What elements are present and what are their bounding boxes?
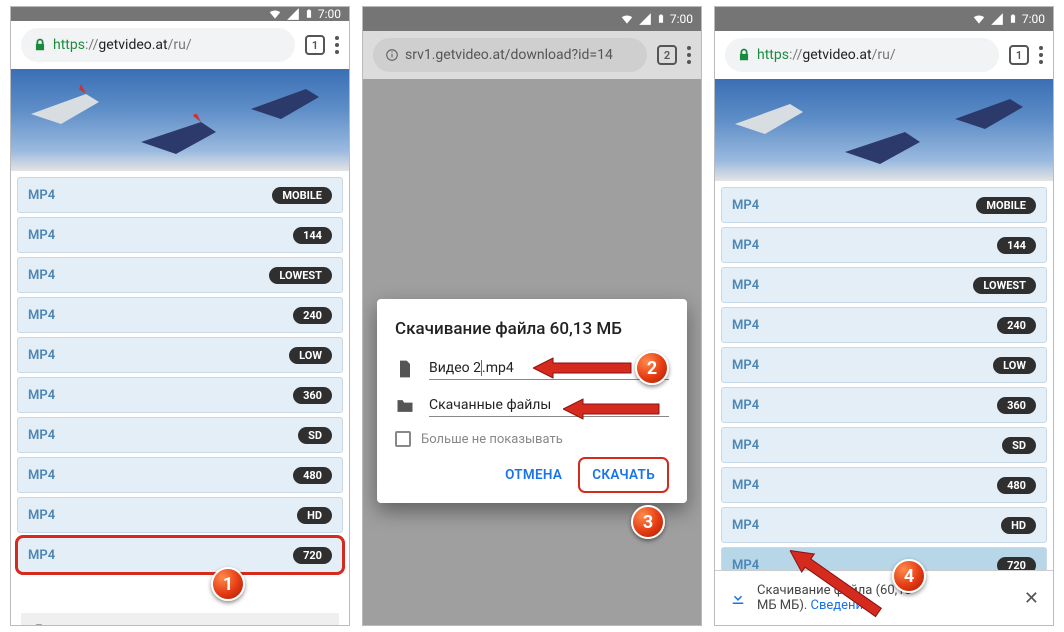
file-icon	[395, 359, 415, 379]
format-row[interactable]: MP4SD	[17, 417, 343, 453]
annotation-arrow	[563, 397, 661, 421]
wifi-icon	[268, 7, 282, 21]
checkbox-icon[interactable]	[395, 431, 411, 447]
format-row[interactable]: MP4SD	[721, 427, 1047, 463]
signal-icon	[286, 7, 300, 21]
format-row[interactable]: MP4LOWEST	[721, 267, 1047, 303]
format-row[interactable]: MP4HD	[721, 507, 1047, 543]
status-time: 7:00	[1022, 12, 1045, 26]
download-progress-icon	[729, 589, 747, 607]
lock-icon	[737, 48, 751, 62]
phone-right: 7:00 https://getvideo.at/ru/ 1 MP4MOBILE…	[714, 6, 1054, 626]
signal-icon	[638, 12, 652, 26]
address-bar[interactable]: https://getvideo.at/ru/	[725, 38, 999, 72]
status-bar: 7:00	[363, 7, 701, 31]
dialog-title: Скачивание файла 60,13 МБ	[395, 319, 669, 339]
phone-left: 7:00 https://getvideo.at/ru/ 1 MP4MOBILE…	[10, 6, 350, 626]
format-row[interactable]: MP4LOW	[17, 337, 343, 373]
browser-toolbar: srv1.getvideo.at/download?id=14 2	[363, 31, 701, 79]
format-row[interactable]: MP4144	[721, 227, 1047, 263]
download-snackbar: Скачивание файла (60,13 МБ МБ). Сведения…	[715, 570, 1053, 625]
page-content: MP4MOBILE MP4144 MP4LOWEST MP4240 MP4LOW…	[715, 79, 1053, 625]
format-row[interactable]: MP4HD	[17, 497, 343, 533]
menu-icon[interactable]	[1039, 46, 1043, 64]
tab-switcher[interactable]: 1	[1009, 45, 1029, 65]
footer-home-tab[interactable]: Главная	[21, 613, 339, 626]
wifi-icon	[972, 12, 986, 26]
status-time: 7:00	[670, 12, 693, 26]
format-row[interactable]: MP4LOWEST	[17, 257, 343, 293]
battery-icon	[304, 7, 314, 21]
browser-toolbar: https://getvideo.at/ru/ 1	[11, 21, 349, 69]
format-row[interactable]: MP4240	[721, 307, 1047, 343]
annotation-badge-1: 1	[211, 567, 245, 601]
signal-icon	[990, 12, 1004, 26]
menu-icon[interactable]	[687, 46, 691, 64]
folder-icon	[395, 396, 415, 416]
page-content: MP4MOBILE MP4144 MP4LOWEST MP4240 MP4LOW…	[11, 69, 349, 626]
tab-switcher[interactable]: 1	[305, 35, 325, 55]
tab-switcher[interactable]: 2	[657, 45, 677, 65]
format-row[interactable]: MP4240	[17, 297, 343, 333]
address-bar[interactable]: srv1.getvideo.at/download?id=14	[373, 38, 647, 72]
video-thumbnail[interactable]	[11, 69, 349, 171]
menu-icon[interactable]	[335, 36, 339, 54]
page-content: Скачивание файла 60,13 МБ Видео 2.mp4 Ск…	[363, 79, 701, 625]
annotation-badge-2: 2	[635, 351, 669, 385]
format-row[interactable]: MP4480	[17, 457, 343, 493]
format-row[interactable]: MP4360	[17, 377, 343, 413]
battery-icon	[1008, 12, 1018, 26]
format-row[interactable]: MP4MOBILE	[721, 187, 1047, 223]
browser-toolbar: https://getvideo.at/ru/ 1	[715, 31, 1053, 79]
annotation-badge-4: 4	[892, 559, 926, 593]
cancel-button[interactable]: ОТМЕНА	[493, 459, 574, 491]
format-list: MP4MOBILE MP4144 MP4LOWEST MP4240 MP4LOW…	[715, 181, 1053, 593]
format-row-720[interactable]: MP4720	[17, 537, 343, 573]
format-row[interactable]: MP4LOW	[721, 347, 1047, 383]
battery-icon	[656, 12, 666, 26]
close-icon[interactable]: ✕	[1024, 588, 1039, 609]
lock-icon	[33, 38, 47, 52]
phone-center: 7:00 srv1.getvideo.at/download?id=14 2 С…	[362, 6, 702, 626]
download-button[interactable]: СКАЧАТЬ	[578, 457, 669, 493]
format-row[interactable]: MP4360	[721, 387, 1047, 423]
dont-show-checkbox[interactable]: Больше не показывать	[395, 431, 669, 447]
wifi-icon	[620, 12, 634, 26]
status-bar: 7:00	[715, 7, 1053, 31]
format-list: MP4MOBILE MP4144 MP4LOWEST MP4240 MP4LOW…	[11, 171, 349, 583]
format-row[interactable]: MP4144	[17, 217, 343, 253]
format-row[interactable]: MP4480	[721, 467, 1047, 503]
annotation-badge-3: 3	[631, 505, 665, 539]
address-bar[interactable]: https://getvideo.at/ru/	[21, 28, 295, 62]
status-bar: 7:00	[11, 7, 349, 21]
info-icon	[385, 48, 399, 62]
status-time: 7:00	[318, 7, 341, 21]
annotation-arrow	[533, 356, 633, 380]
video-thumbnail[interactable]	[715, 79, 1053, 181]
format-row[interactable]: MP4MOBILE	[17, 177, 343, 213]
